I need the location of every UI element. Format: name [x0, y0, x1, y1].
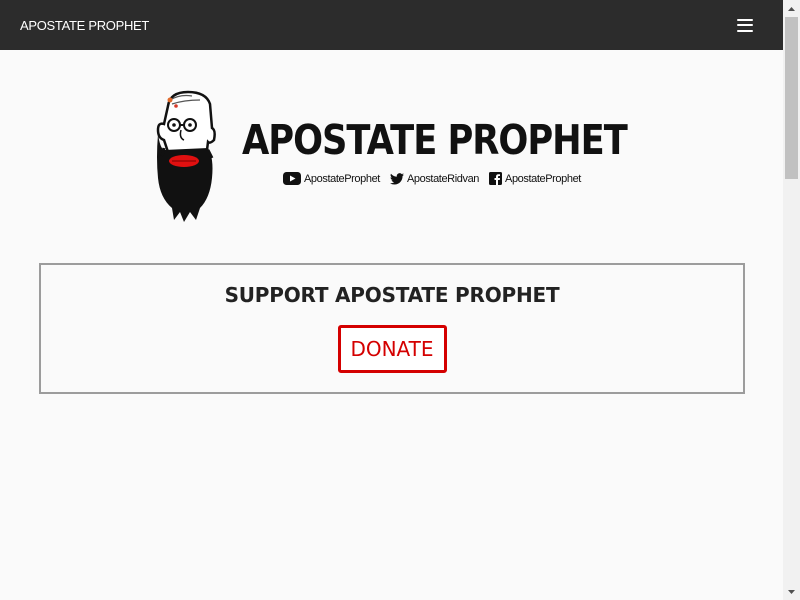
top-navbar: APOSTATE PROPHET [0, 0, 783, 50]
donate-button[interactable]: DONATE [337, 325, 447, 373]
brand-link[interactable]: APOSTATE PROPHET [20, 18, 149, 33]
youtube-label: ApostateProphet [304, 172, 380, 185]
support-box: SUPPORT APOSTATE PROPHET DONATE [39, 263, 745, 394]
twitter-link[interactable]: ApostateRidvan [389, 172, 480, 185]
youtube-link[interactable]: ApostateProphet [283, 172, 380, 185]
facebook-label: ApostateProphet [505, 172, 581, 185]
support-title: SUPPORT APOSTATE PROPHET [224, 283, 560, 307]
social-links: ApostateProphet ApostateRidvan ApostateP… [283, 172, 591, 185]
site-title: APOSTATE PROPHET [242, 116, 628, 164]
vertical-scrollbar[interactable] [783, 0, 800, 600]
facebook-icon [489, 172, 503, 185]
hamburger-menu-icon[interactable] [737, 18, 753, 32]
scroll-thumb[interactable] [785, 17, 798, 179]
bearded-man-caricature-icon [156, 90, 216, 222]
scroll-up-arrow-icon[interactable] [783, 0, 800, 17]
facebook-link[interactable]: ApostateProphet [489, 172, 581, 185]
scroll-down-arrow-icon[interactable] [783, 583, 800, 600]
twitter-icon [389, 172, 404, 185]
youtube-icon [283, 172, 301, 185]
twitter-label: ApostateRidvan [406, 172, 480, 185]
